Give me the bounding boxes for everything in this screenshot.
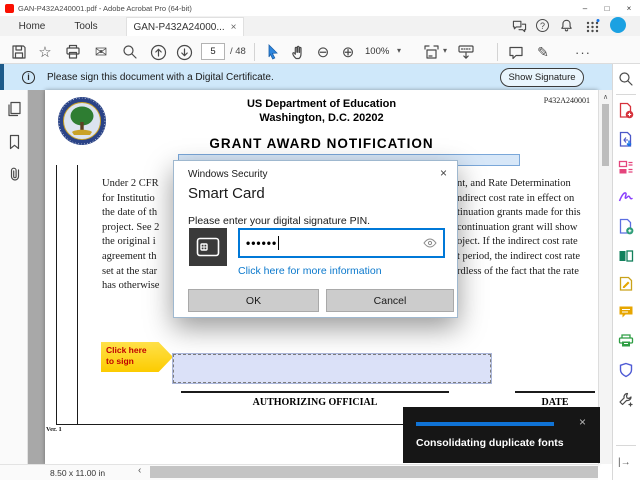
save-icon[interactable] [8, 41, 30, 63]
info-icon: i [22, 70, 35, 84]
hand-tool-icon[interactable] [287, 41, 309, 63]
progress-bar [416, 422, 554, 426]
tab-close-icon[interactable]: × [231, 22, 237, 33]
page-thumbnails-icon[interactable] [7, 101, 22, 117]
body-text-left: Under 2 CFR for Institutio the date of t… [102, 178, 160, 292]
maximize-button[interactable]: □ [596, 4, 618, 13]
zoom-level-value[interactable]: 100% [365, 46, 389, 57]
previous-page-icon[interactable] [147, 41, 169, 63]
notification-accent [0, 64, 4, 90]
dialog-close-icon[interactable]: × [440, 166, 447, 180]
zoom-out-icon[interactable]: ⊖ [312, 41, 334, 63]
acrobat-window: GAN-P432A240001.pdf - Adobe Acrobat Pro … [0, 0, 640, 480]
highlighter-icon[interactable]: ✎ [532, 41, 554, 63]
date-rule [515, 391, 595, 393]
scroll-up-icon[interactable]: ∧ [599, 93, 612, 101]
tools-pane [612, 64, 640, 480]
dialog-window-title: Windows Security [188, 169, 268, 180]
notification-message: Please sign this document with a Digital… [47, 71, 274, 83]
comment-tool-icon[interactable] [505, 41, 527, 63]
dialog-title: Smart Card [188, 185, 265, 202]
callout-line2: to sign [106, 356, 134, 367]
tab-tools[interactable]: Tools [62, 16, 110, 36]
organize-pages-icon[interactable] [618, 248, 634, 264]
tab-document[interactable]: GAN-P432A24000... × [126, 17, 244, 36]
fill-sign-icon[interactable] [618, 189, 634, 204]
doc-number: P432A240001 [543, 96, 590, 105]
favorites-star-icon[interactable]: ☆ [34, 41, 56, 63]
toast-close-icon[interactable]: × [579, 415, 586, 429]
select-tool-icon[interactable] [261, 41, 283, 63]
search-icon[interactable] [618, 71, 634, 87]
smart-card-icon [189, 228, 227, 266]
reveal-password-eye-icon[interactable] [423, 238, 437, 248]
page-number-input[interactable] [201, 43, 225, 60]
share-feedback-icon[interactable] [512, 19, 527, 33]
signature-field[interactable] [173, 354, 491, 383]
find-icon[interactable] [119, 41, 141, 63]
attachments-icon[interactable] [8, 166, 21, 183]
window-title: GAN-P432A240001.pdf - Adobe Acrobat Pro … [18, 3, 192, 13]
page-count-label: / 48 [230, 46, 246, 57]
vertical-scrollbar[interactable]: ∧ [598, 90, 612, 464]
request-esignatures-icon[interactable] [618, 218, 634, 235]
more-tools-icon[interactable] [618, 391, 634, 407]
scroll-mode-icon[interactable] [455, 41, 477, 63]
comment-icon[interactable] [618, 305, 634, 319]
form-vertical-rule-2 [77, 165, 78, 424]
cancel-button[interactable]: Cancel [326, 289, 454, 312]
horizontal-scroll-thumb[interactable] [150, 466, 598, 478]
prepare-form-icon[interactable] [618, 276, 634, 292]
doc-header-line1: US Department of Education [246, 98, 397, 110]
doc-header-line2: Washington, D.C. 20202 [259, 112, 384, 124]
callout-line1: Click here [106, 345, 147, 355]
print-icon[interactable] [62, 41, 84, 63]
minimize-button[interactable]: – [574, 4, 596, 13]
form-vertical-rule-1 [56, 165, 57, 424]
pin-masked-value: •••••• [246, 236, 278, 250]
bookmarks-icon[interactable] [8, 134, 21, 150]
page-size-label: 8.50 x 11.00 in [50, 468, 106, 478]
dialog-prompt: Please enter your digital signature PIN. [188, 215, 371, 227]
pin-input[interactable]: •••••• [238, 228, 445, 258]
vertical-scroll-thumb[interactable] [602, 104, 609, 166]
title-bar: GAN-P432A240001.pdf - Adobe Acrobat Pro … [0, 0, 640, 16]
fit-caret-icon[interactable]: ▾ [443, 46, 447, 55]
scan-ocr-icon[interactable] [618, 333, 634, 349]
export-pdf-icon[interactable] [618, 131, 634, 148]
acrobat-logo-icon [5, 3, 14, 13]
scroll-left-icon[interactable]: ‹ [138, 465, 141, 476]
protect-icon[interactable] [619, 362, 633, 378]
progress-toast: × Consolidating duplicate fonts [403, 407, 600, 463]
show-signature-button[interactable]: Show Signature [500, 68, 584, 87]
collapse-panel-icon[interactable]: |→ [618, 457, 631, 468]
doc-title: GRANT AWARD NOTIFICATION [209, 136, 434, 151]
text-caret [278, 236, 280, 250]
more-information-link[interactable]: Click here for more information [238, 265, 382, 277]
windows-security-dialog: Windows Security × Smart Card Please ent… [173, 160, 458, 318]
next-page-icon[interactable] [173, 41, 195, 63]
tab-document-label: GAN-P432A24000... [133, 21, 225, 33]
tab-home[interactable]: Home [8, 16, 56, 36]
close-button[interactable]: × [618, 4, 640, 13]
doc-version-label: Ver. 1 [46, 426, 62, 433]
zoom-caret-icon[interactable]: ▾ [397, 46, 401, 55]
signature-rule [181, 391, 449, 393]
user-avatar[interactable] [610, 17, 626, 33]
email-icon[interactable]: ✉ [90, 41, 112, 63]
edit-pdf-icon[interactable] [618, 160, 634, 175]
app-grid-icon[interactable] [585, 19, 600, 33]
create-pdf-icon[interactable] [618, 102, 634, 119]
more-tools-menu-icon[interactable]: ··· [572, 41, 594, 63]
help-icon[interactable]: ? [536, 19, 549, 32]
body-text-right: nt, and Rate Determination ndirect cost … [457, 178, 581, 277]
notification-bell-icon[interactable] [559, 18, 574, 33]
zoom-in-icon[interactable]: ⊕ [337, 41, 359, 63]
toast-message: Consolidating duplicate fonts [416, 437, 564, 449]
click-to-sign-callout[interactable]: Click here to sign [101, 342, 173, 372]
ok-button[interactable]: OK [188, 289, 319, 312]
fit-page-icon[interactable] [420, 41, 442, 63]
